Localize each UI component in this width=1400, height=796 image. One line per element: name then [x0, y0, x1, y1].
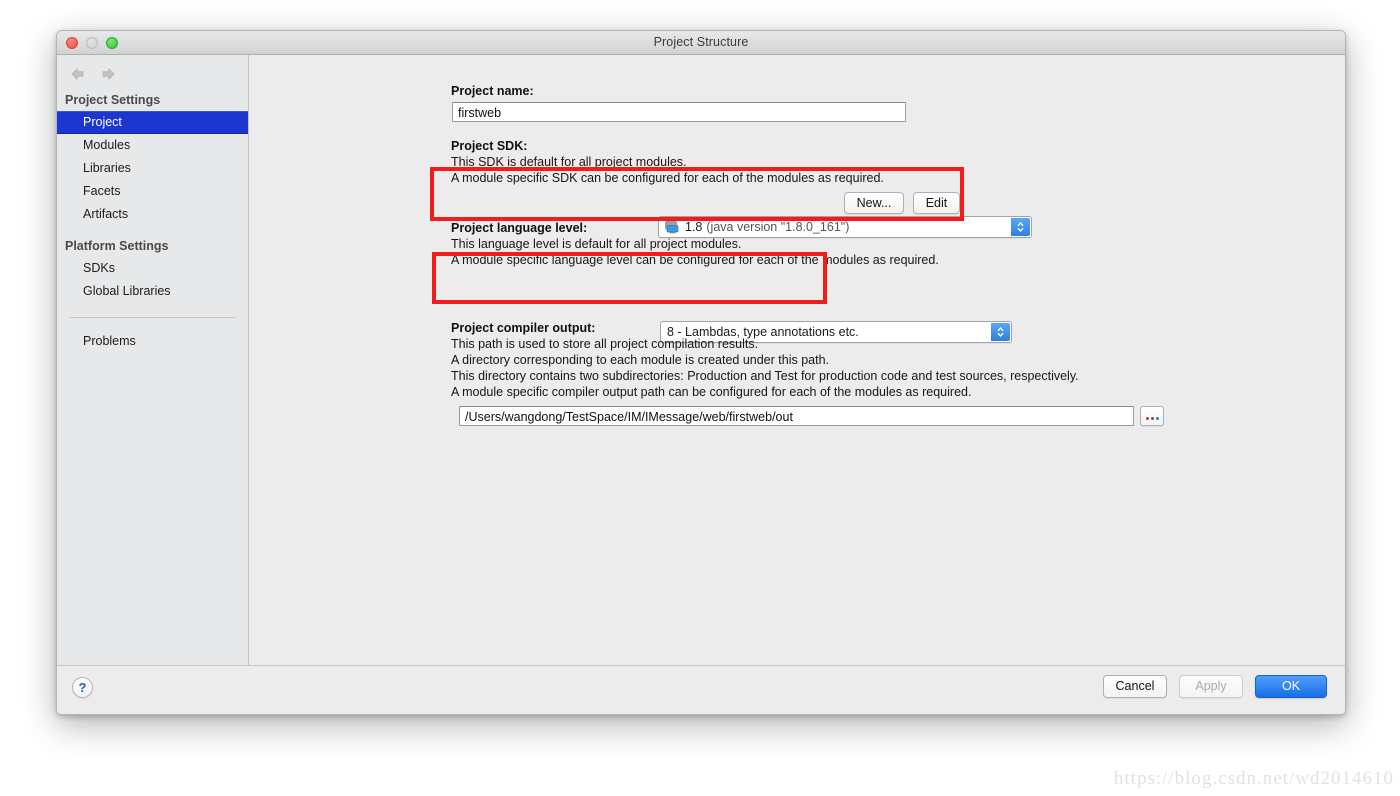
apply-button: Apply [1179, 675, 1243, 698]
compiler-output-label: Project compiler output: [451, 321, 596, 335]
help-button[interactable]: ? [72, 677, 93, 698]
sidebar-item-modules[interactable]: Modules [57, 134, 248, 157]
sidebar-divider [69, 317, 236, 318]
compiler-output-desc-4: A module specific compiler output path c… [451, 385, 972, 399]
sidebar-navigation [57, 55, 248, 81]
project-name-input[interactable] [452, 102, 906, 122]
ok-button[interactable]: OK [1255, 675, 1327, 698]
compiler-output-desc-2: A directory corresponding to each module… [451, 353, 829, 367]
compiler-output-desc-1: This path is used to store all project c… [451, 337, 759, 351]
window-titlebar: Project Structure [57, 31, 1345, 55]
project-sdk-version: 1.8 [685, 220, 703, 234]
compiler-output-desc-3: This directory contains two subdirectori… [451, 369, 1079, 383]
forward-arrow-icon[interactable] [100, 67, 116, 81]
back-arrow-icon[interactable] [70, 67, 86, 81]
project-structure-window: Project Structure Project Settings Proje… [56, 30, 1346, 715]
compiler-output-path-input[interactable] [459, 406, 1134, 426]
watermark-text: https://blog.csdn.net/wd2014610 [1113, 768, 1394, 789]
language-level-desc-1: This language level is default for all p… [451, 237, 742, 251]
language-level-desc-2: A module specific language level can be … [451, 253, 939, 267]
sidebar-item-project[interactable]: Project [57, 111, 248, 134]
sidebar-item-global-libraries[interactable]: Global Libraries [57, 280, 248, 303]
edit-sdk-button[interactable]: Edit [913, 192, 960, 214]
project-name-label: Project name: [451, 84, 534, 98]
project-sdk-dropdown[interactable]: 1.8 (java version "1.8.0_161") [658, 216, 1032, 238]
new-sdk-button[interactable]: New... [844, 192, 904, 214]
jdk-monitor-icon [665, 220, 680, 234]
sidebar-section-platform-settings: Platform Settings [65, 239, 169, 253]
sidebar-item-problems[interactable]: Problems [57, 330, 248, 353]
sidebar-item-sdks[interactable]: SDKs [57, 257, 248, 280]
cancel-button[interactable]: Cancel [1103, 675, 1167, 698]
language-level-label: Project language level: [451, 221, 588, 235]
window-title: Project Structure [653, 35, 749, 49]
footer-button-group: Cancel Apply OK [1103, 675, 1327, 698]
dialog-footer: ? Cancel Apply OK [57, 665, 1345, 714]
sidebar-item-artifacts[interactable]: Artifacts [57, 203, 248, 226]
browse-output-path-button[interactable] [1140, 406, 1164, 426]
settings-sidebar: Project Settings Project Modules Librari… [57, 55, 249, 665]
sidebar-item-facets[interactable]: Facets [57, 180, 248, 203]
ellipsis-icon [1145, 410, 1159, 428]
sidebar-section-project-settings: Project Settings [65, 93, 161, 107]
sidebar-item-libraries[interactable]: Libraries [57, 157, 248, 180]
language-level-stepper[interactable] [991, 323, 1010, 341]
project-sdk-label: Project SDK: [451, 139, 528, 153]
project-sdk-desc-2: A module specific SDK can be configured … [451, 171, 884, 185]
project-sdk-detail: (java version "1.8.0_161") [706, 220, 850, 234]
window-body: Project Settings Project Modules Librari… [57, 55, 1345, 665]
project-settings-panel: Project name: Project SDK: This SDK is d… [249, 55, 1345, 665]
project-sdk-stepper[interactable] [1011, 218, 1030, 236]
project-sdk-desc-1: This SDK is default for all project modu… [451, 155, 687, 169]
